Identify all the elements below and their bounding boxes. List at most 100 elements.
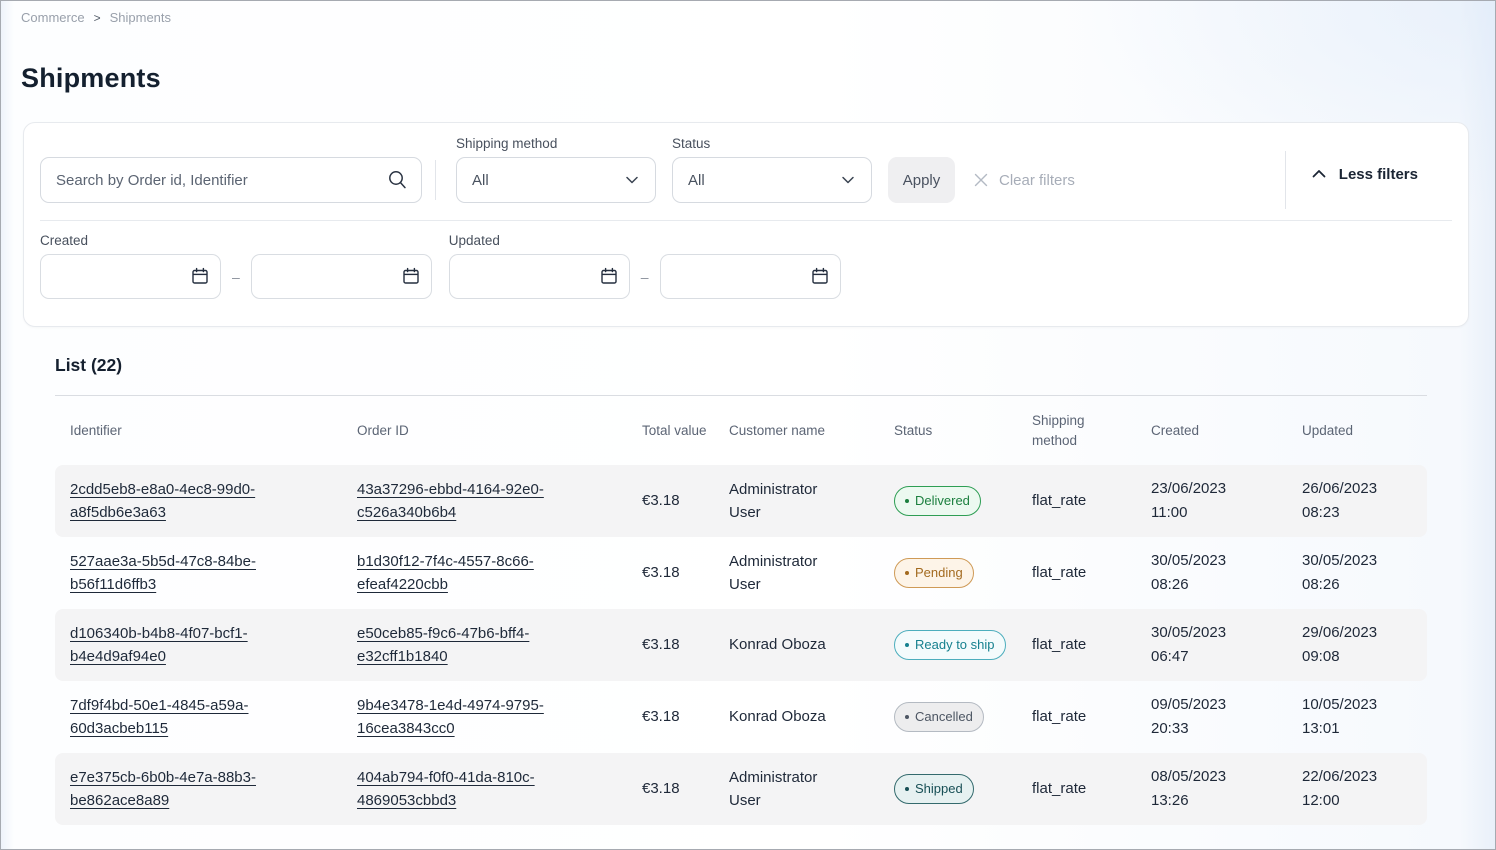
order-id-link[interactable]: 43a37296-ebbd-4164-92e0-c526a340b6b4 <box>357 478 569 525</box>
date-range-dash: – <box>232 269 240 285</box>
status-badge: Delivered <box>894 486 981 515</box>
status-badge: Pending <box>894 558 974 587</box>
total-value-cell: €3.18 <box>642 705 729 728</box>
shipping-method-label: Shipping method <box>456 136 656 151</box>
updated-cell: 29/06/202309:08 <box>1302 621 1429 669</box>
updated-cell: 10/05/202313:01 <box>1302 693 1429 741</box>
updated-cell: 22/06/202312:00 <box>1302 765 1429 813</box>
created-to-field <box>251 254 432 299</box>
identifier-link[interactable]: 2cdd5eb8-e8a0-4ec8-99d0-a8f5db6e3a63 <box>70 478 282 525</box>
table-row: 7df9f4bd-50e1-4845-a59a-60d3acbeb115 9b4… <box>55 681 1427 753</box>
customer-name-cell: Administrator User <box>729 766 894 813</box>
date-filters-row: Created – <box>24 221 1468 326</box>
table-body: 2cdd5eb8-e8a0-4ec8-99d0-a8f5db6e3a63 43a… <box>55 465 1427 825</box>
col-header-total-value: Total value <box>642 421 729 441</box>
chevron-down-icon <box>840 172 856 188</box>
updated-label: Updated <box>449 233 841 248</box>
col-header-shipping-method: Shipping method <box>1032 411 1151 450</box>
filter-divider <box>435 160 436 200</box>
status-label: Ready to ship <box>915 635 995 655</box>
page-title: Shipments <box>21 63 1495 94</box>
col-header-identifier: Identifier <box>70 421 357 441</box>
shipping-method-cell: flat_rate <box>1032 705 1151 728</box>
filters-panel: Shipping method All Status All Apply <box>23 122 1469 327</box>
identifier-link[interactable]: 7df9f4bd-50e1-4845-a59a-60d3acbeb115 <box>70 694 282 741</box>
status-label: Pending <box>915 563 963 583</box>
updated-cell: 26/06/202308:23 <box>1302 477 1429 525</box>
total-value-cell: €3.18 <box>642 561 729 584</box>
col-header-updated: Updated <box>1302 421 1429 441</box>
filters-toggle-group: Less filters <box>1285 151 1452 203</box>
search-icon <box>387 169 408 190</box>
customer-name-cell: Administrator User <box>729 550 894 597</box>
col-header-order-id: Order ID <box>357 421 642 441</box>
breadcrumb-commerce[interactable]: Commerce <box>21 10 85 25</box>
breadcrumb-separator: > <box>94 11 101 25</box>
order-id-link[interactable]: b1d30f12-7f4c-4557-8c66-efeaf4220cbb <box>357 550 569 597</box>
updated-cell: 30/05/202308:26 <box>1302 549 1429 597</box>
calendar-icon[interactable] <box>190 266 210 286</box>
calendar-icon[interactable] <box>599 266 619 286</box>
chevron-up-icon <box>1310 165 1328 183</box>
table-row: d106340b-b4b8-4f07-bcf1-b4e4d9af94e0 e50… <box>55 609 1427 681</box>
total-value-cell: €3.18 <box>642 489 729 512</box>
created-cell: 30/05/202306:47 <box>1151 621 1302 669</box>
status-badge: Cancelled <box>894 702 984 731</box>
created-cell: 30/05/202308:26 <box>1151 549 1302 597</box>
less-filters-toggle[interactable]: Less filters <box>1286 151 1452 197</box>
order-id-link[interactable]: e50ceb85-f9c6-47b6-bff4-e32cff1b1840 <box>357 622 569 669</box>
status-select[interactable]: All <box>672 157 872 203</box>
chevron-down-icon <box>624 172 640 188</box>
col-header-created: Created <box>1151 421 1302 441</box>
total-value-cell: €3.18 <box>642 777 729 800</box>
shipping-method-value: All <box>472 172 489 189</box>
apply-button[interactable]: Apply <box>888 157 955 203</box>
clear-x-icon <box>972 171 990 189</box>
shipments-list-section: List (22) Identifier Order ID Total valu… <box>55 355 1427 825</box>
identifier-link[interactable]: e7e375cb-6b0b-4e7a-88b3-be862ace8a89 <box>70 766 282 813</box>
status-label: Status <box>672 136 872 151</box>
col-header-customer-name: Customer name <box>729 421 894 441</box>
list-title: List (22) <box>55 355 1427 376</box>
search-field <box>40 157 422 203</box>
calendar-icon[interactable] <box>810 266 830 286</box>
status-dot-icon <box>905 499 909 503</box>
status-badge: Shipped <box>894 774 974 803</box>
shipping-method-field: Shipping method All <box>456 136 656 203</box>
created-label: Created <box>40 233 432 248</box>
order-id-link[interactable]: 9b4e3478-1e4d-4974-9795-16cea3843cc0 <box>357 694 569 741</box>
customer-name-cell: Administrator User <box>729 478 894 525</box>
created-date-group: Created – <box>40 233 432 299</box>
created-from-field <box>40 254 221 299</box>
less-filters-label: Less filters <box>1339 166 1418 183</box>
order-id-link[interactable]: 404ab794-f0f0-41da-810c-4869053cbbd3 <box>357 766 569 813</box>
created-cell: 23/06/202311:00 <box>1151 477 1302 525</box>
status-label: Delivered <box>915 491 970 511</box>
identifier-link[interactable]: d106340b-b4b8-4f07-bcf1-b4e4d9af94e0 <box>70 622 282 669</box>
identifier-link[interactable]: 527aae3a-5b5d-47c8-84be-b56f11d6ffb3 <box>70 550 282 597</box>
shipping-method-select[interactable]: All <box>456 157 656 203</box>
shipments-page: Commerce > Shipments Shipments Shipping … <box>0 0 1496 850</box>
clear-filters-button[interactable]: Clear filters <box>972 157 1075 203</box>
customer-name-cell: Konrad Oboza <box>729 705 894 728</box>
status-badge: Ready to ship <box>894 630 1006 659</box>
shipping-method-cell: flat_rate <box>1032 777 1151 800</box>
created-cell: 08/05/202313:26 <box>1151 765 1302 813</box>
table-row: 527aae3a-5b5d-47c8-84be-b56f11d6ffb3 b1d… <box>55 537 1427 609</box>
calendar-icon[interactable] <box>401 266 421 286</box>
table-row: e7e375cb-6b0b-4e7a-88b3-be862ace8a89 404… <box>55 753 1427 825</box>
breadcrumb-shipments[interactable]: Shipments <box>110 10 171 25</box>
status-dot-icon <box>905 715 909 719</box>
updated-from-field <box>449 254 630 299</box>
status-label: Cancelled <box>915 707 973 727</box>
table-row: 2cdd5eb8-e8a0-4ec8-99d0-a8f5db6e3a63 43a… <box>55 465 1427 537</box>
status-dot-icon <box>905 787 909 791</box>
col-header-status: Status <box>894 421 1032 441</box>
status-dot-icon <box>905 643 909 647</box>
search-input[interactable] <box>40 157 422 203</box>
total-value-cell: €3.18 <box>642 633 729 656</box>
customer-name-cell: Konrad Oboza <box>729 633 894 656</box>
clear-filters-label: Clear filters <box>999 172 1075 189</box>
status-value: All <box>688 172 705 189</box>
date-range-dash: – <box>641 269 649 285</box>
